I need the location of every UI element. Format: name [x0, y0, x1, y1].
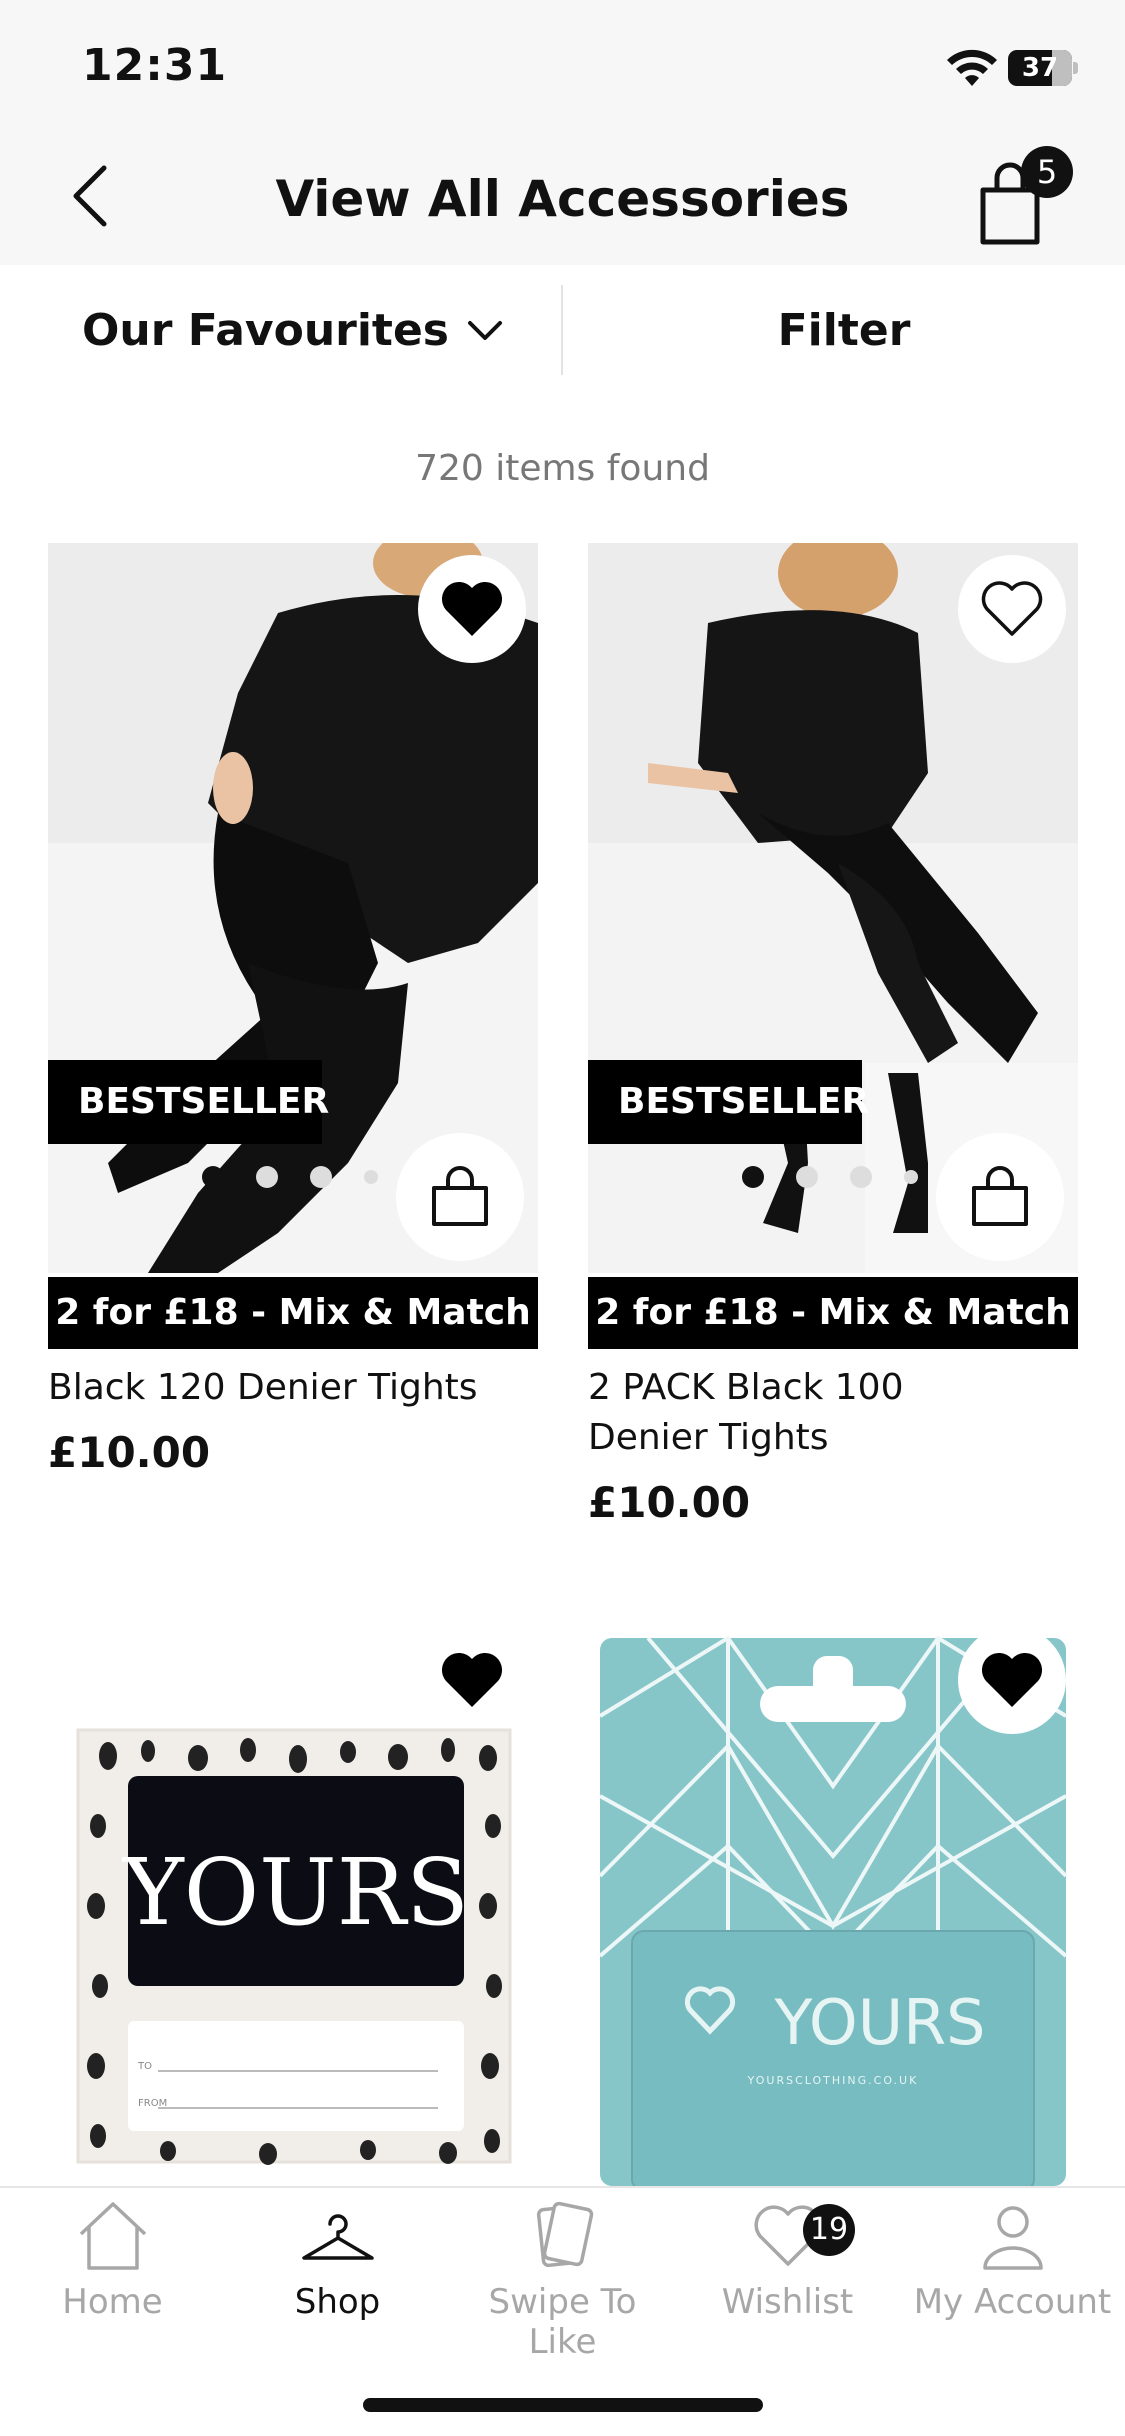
product-price: £10.00 — [48, 1428, 211, 1477]
shopping-bag-icon — [432, 1166, 488, 1226]
hanger-icon — [301, 2214, 374, 2260]
cart-button[interactable]: 5 — [975, 142, 1075, 252]
promo-banner: 2 for £18 - Mix & Match — [48, 1277, 538, 1349]
cards-icon — [536, 2201, 593, 2268]
product-name[interactable]: 2 PACK Black 100 Denier Tights — [588, 1363, 918, 1463]
sort-filter-bar: Our Favourites Filter — [0, 265, 1125, 395]
tab-wishlist[interactable]: 19 Wishlist — [675, 2198, 900, 2348]
svg-text:YOURSCLOTHING.CO.UK: YOURSCLOTHING.CO.UK — [747, 2074, 919, 2087]
bestseller-badge: BESTSELLER — [48, 1060, 329, 1144]
home-indicator[interactable] — [363, 2398, 763, 2412]
results-count: 720 items found — [415, 448, 710, 489]
tab-my-account[interactable]: My Account — [900, 2198, 1125, 2348]
wishlist-button[interactable] — [418, 1626, 526, 1734]
product-card[interactable]: YOURS YOURSCLOTHING.CO.UK — [588, 1626, 1078, 2186]
tab-label: Wishlist — [721, 2282, 854, 2322]
product-card[interactable]: BESTSELLER 2 for £18 - Mix & Match Black… — [48, 543, 538, 1503]
cart-count-badge: 5 — [1021, 146, 1073, 198]
status-time: 12:31 — [82, 40, 228, 91]
sort-dropdown[interactable]: Our Favourites — [82, 305, 503, 356]
svg-text:FROM: FROM — [138, 2098, 167, 2109]
product-image[interactable]: BESTSELLER — [48, 543, 538, 1273]
header: View All Accessories 5 — [0, 130, 1125, 265]
tab-label: Swipe To Like — [488, 2282, 637, 2362]
product-card[interactable]: BESTSELLER 2 for £18 - Mix & Match 2 PAC… — [588, 543, 1078, 1527]
shopping-bag-icon — [972, 1166, 1028, 1226]
add-to-bag-button[interactable] — [936, 1133, 1064, 1261]
tab-shop[interactable]: Shop — [225, 2198, 450, 2348]
battery-icon: 37 — [1008, 50, 1078, 86]
product-card[interactable]: YOURS TO FROM — [48, 1626, 538, 2186]
wishlist-count-badge: 19 — [803, 2204, 855, 2256]
image-carousel-dots[interactable] — [742, 1166, 950, 1188]
gift-card-brand: YOURS — [121, 1839, 469, 1946]
image-carousel-dots[interactable] — [202, 1166, 410, 1188]
filter-button[interactable]: Filter — [563, 305, 1125, 356]
heart-filled-icon — [441, 581, 503, 636]
tab-label: Shop — [294, 2282, 381, 2322]
tab-label: Home — [62, 2282, 163, 2322]
battery-level: 37 — [1021, 53, 1059, 83]
status-bar: 12:31 37 — [0, 0, 1125, 130]
tab-bar: Home Shop Swipe To Like 19 Wishlist My A… — [0, 2186, 1125, 2436]
home-icon — [79, 2202, 146, 2270]
promo-banner: 2 for £18 - Mix & Match — [588, 1277, 1078, 1349]
gift-card-brand: YOURS — [773, 1986, 985, 2059]
heart-filled-icon — [981, 1652, 1043, 1707]
bestseller-badge: BESTSELLER — [588, 1060, 869, 1144]
heart-filled-icon — [441, 1652, 503, 1707]
tab-swipe-to-like[interactable]: Swipe To Like — [450, 2198, 675, 2362]
wishlist-button[interactable] — [958, 1626, 1066, 1734]
add-to-bag-button[interactable] — [396, 1133, 524, 1261]
sort-label: Our Favourites — [82, 305, 449, 356]
product-image[interactable]: BESTSELLER — [588, 543, 1078, 1273]
chevron-down-icon — [468, 320, 502, 340]
product-name[interactable]: Black 120 Denier Tights — [48, 1363, 518, 1413]
product-price: £10.00 — [588, 1478, 751, 1527]
tab-label: My Account — [913, 2282, 1112, 2322]
wishlist-button[interactable] — [958, 555, 1066, 663]
heart-outline-icon — [981, 581, 1043, 636]
wishlist-button[interactable] — [418, 555, 526, 663]
user-icon — [982, 2206, 1043, 2270]
page-title: View All Accessories — [275, 170, 850, 228]
wifi-icon — [947, 49, 997, 86]
svg-text:TO: TO — [137, 2061, 152, 2072]
tab-home[interactable]: Home — [0, 2198, 225, 2348]
